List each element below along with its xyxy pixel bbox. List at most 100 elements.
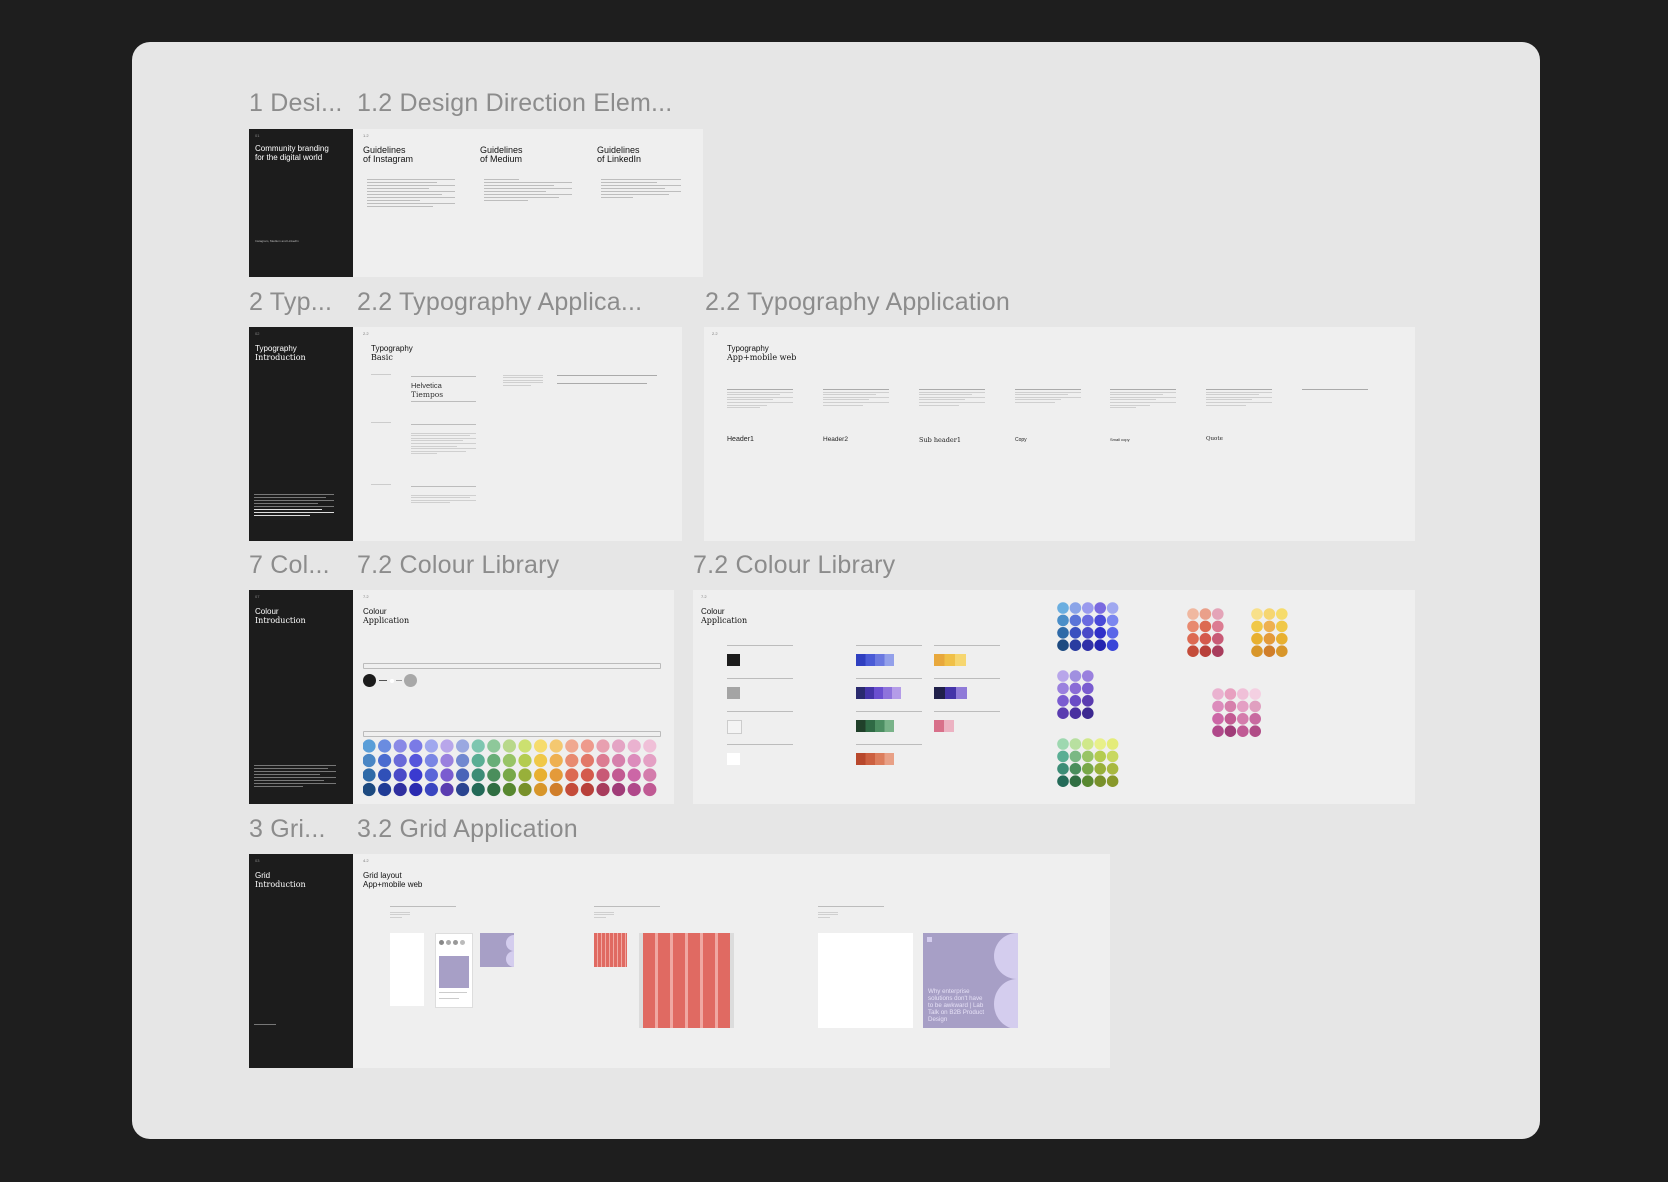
colour-dot	[549, 768, 563, 782]
frame-label-colour-library-2[interactable]: 7.2 Colour Library	[693, 551, 895, 580]
colour-dot	[1069, 614, 1082, 627]
colour-dot	[1106, 738, 1119, 750]
colour-dot	[1057, 750, 1069, 763]
frame-label-design-direction[interactable]: 1.2 Design Direction Elem...	[357, 89, 672, 118]
frame-label-typography-basic[interactable]: 2.2 Typography Applica...	[357, 288, 642, 317]
page-number: 4.2	[363, 858, 369, 863]
colour-dot	[393, 768, 407, 782]
frame-label-grid-application[interactable]: 3.2 Grid Application	[357, 815, 578, 844]
colour-dot	[1069, 707, 1082, 719]
intro-paragraph	[254, 492, 334, 518]
colour-dot	[627, 782, 641, 797]
colour-dot	[363, 782, 376, 797]
colour-dot	[1094, 763, 1106, 775]
frame-label-typography-intro[interactable]: 2 Typ...	[249, 288, 332, 317]
sample-subheader1: Sub header1	[919, 436, 962, 444]
colour-dot	[487, 782, 501, 797]
colour-dot	[393, 753, 407, 768]
colour-dot	[1199, 633, 1212, 645]
colour-dot	[596, 753, 610, 768]
colour-dot	[565, 782, 579, 797]
frame-title: Typography Introduction	[255, 344, 306, 362]
frame-typography-intro[interactable]: 02 Typography Introduction	[249, 327, 353, 541]
colour-dot	[363, 768, 376, 782]
colour-dot	[1237, 688, 1249, 700]
colour-dot	[1057, 707, 1069, 719]
colour-dot	[1069, 750, 1082, 763]
frame-label-grid-intro[interactable]: 3 Gri...	[249, 815, 326, 844]
colour-dot	[565, 768, 579, 782]
colour-dot	[612, 753, 626, 768]
colour-dot	[1094, 602, 1106, 614]
frame-grid-application[interactable]: 4.2 Grid layout App+mobile web Why enter…	[353, 854, 1110, 1068]
colour-dot	[424, 782, 438, 797]
colour-dot	[518, 739, 532, 753]
colour-dot	[409, 768, 423, 782]
colour-dot	[1199, 620, 1212, 633]
page-number: 2.2	[363, 331, 369, 336]
colour-dot	[1251, 645, 1263, 657]
colour-dot	[1276, 645, 1288, 657]
col-title-linkedin: Guidelines of LinkedIn	[597, 145, 642, 164]
frame-title: Typography App+mobile web	[727, 344, 797, 362]
colour-dot	[1224, 700, 1237, 713]
frame-label-colour-intro[interactable]: 7 Col...	[249, 551, 330, 580]
colour-dot	[1057, 775, 1069, 787]
frame-colour-intro[interactable]: 07 Colour Introduction	[249, 590, 353, 804]
colour-dot	[1237, 700, 1249, 713]
colour-dot	[1187, 645, 1199, 657]
colour-dot	[440, 753, 454, 768]
colour-dot	[1106, 763, 1119, 775]
frame-title: Colour Application	[363, 607, 410, 625]
colour-dot	[1094, 614, 1106, 627]
colour-dot	[1057, 602, 1069, 614]
colour-dot	[471, 782, 485, 797]
colour-dot	[409, 782, 423, 797]
colour-dot	[1224, 688, 1237, 700]
colour-dot	[1082, 775, 1094, 787]
colour-dot	[580, 753, 594, 768]
colour-dot	[1237, 713, 1249, 725]
frame-label-colour-library[interactable]: 7.2 Colour Library	[357, 551, 559, 580]
colour-dot	[1187, 608, 1199, 620]
colour-dot	[596, 782, 610, 797]
frame-typography-web[interactable]: 2.2 Typography App+mobile web Header1 Hea…	[704, 327, 1415, 541]
colour-dot	[643, 768, 657, 782]
page-number: 03	[255, 858, 260, 863]
colour-dot	[1106, 602, 1119, 614]
page-number: 7.2	[363, 594, 369, 599]
colour-dot	[1094, 775, 1106, 787]
colour-dot	[1212, 633, 1224, 645]
frame-label-typography-web[interactable]: 2.2 Typography Application	[705, 288, 1010, 317]
colour-dot	[409, 739, 423, 753]
colour-dot	[1224, 725, 1237, 737]
col-title-medium: Guidelines of Medium	[480, 145, 523, 164]
design-canvas[interactable]: 1 Desi... 1.2 Design Direction Elem... 0…	[132, 42, 1540, 1139]
frame-grid-intro[interactable]: 03 Grid Introduction	[249, 854, 353, 1068]
intro-paragraph	[254, 763, 336, 789]
page-number: 02	[255, 331, 260, 336]
medium-guideline-text	[484, 177, 572, 203]
frame-typography-basic[interactable]: 2.2 Typography Basic Helvetica Tiempos	[353, 327, 682, 541]
frame-label-design-intro[interactable]: 1 Desi...	[249, 89, 343, 118]
colour-dot	[1106, 775, 1119, 787]
frame-design-direction[interactable]: 1.2 Guidelines of Instagram Guidelines of …	[353, 129, 703, 277]
frame-design-intro[interactable]: 01 Community branding for the digital wo…	[249, 129, 353, 277]
colour-dot	[1094, 639, 1106, 651]
colour-dot	[1187, 620, 1199, 633]
frame-colour-library[interactable]: 7.2 Colour Application	[353, 590, 674, 804]
colour-dot	[534, 768, 548, 782]
colour-dot	[487, 768, 501, 782]
colour-dot	[518, 782, 532, 797]
colour-dot	[440, 768, 454, 782]
colour-dot	[1199, 608, 1212, 620]
sample-header1: Header1	[727, 436, 754, 443]
colour-dot	[1199, 645, 1212, 657]
article-card: Why enterprise solutions don't have to b…	[923, 933, 1018, 1028]
colour-dot	[627, 753, 641, 768]
col-title-instagram: Guidelines of Instagram	[363, 145, 414, 164]
colour-dot	[440, 782, 454, 797]
colour-dot	[643, 753, 657, 768]
frame-colour-library-2[interactable]: 7.2 Colour Application	[693, 590, 1415, 804]
frame-title: Colour Introduction	[255, 607, 306, 625]
